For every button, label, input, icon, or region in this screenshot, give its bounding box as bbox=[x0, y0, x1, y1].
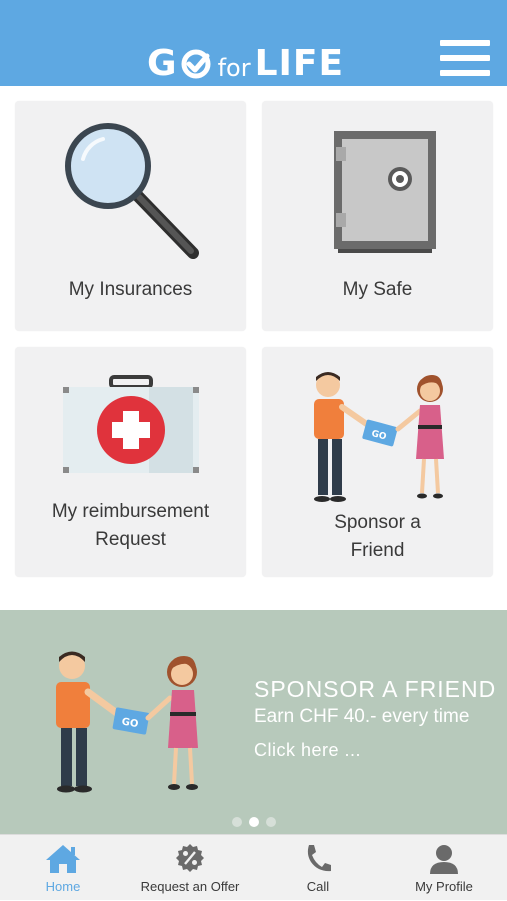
sponsor-banner-illustration: GO bbox=[56, 651, 198, 793]
first-aid-kit-icon bbox=[63, 375, 199, 473]
tab-my-profile[interactable]: My Profile bbox=[394, 835, 494, 901]
tile-label: Sponsor a bbox=[334, 512, 421, 533]
tab-label: My Profile bbox=[415, 879, 473, 894]
tab-label: Call bbox=[306, 879, 330, 894]
tab-call[interactable]: Call bbox=[276, 835, 360, 901]
percent-badge-icon bbox=[176, 844, 204, 872]
logo-check-icon bbox=[181, 49, 211, 79]
hamburger-menu-icon[interactable] bbox=[440, 40, 490, 76]
safe-icon bbox=[334, 131, 436, 253]
logo-life: LIFE bbox=[254, 43, 345, 84]
logo-for: for bbox=[217, 54, 251, 82]
carousel-dots bbox=[232, 817, 276, 827]
phone-icon bbox=[307, 845, 331, 872]
logo-go: G bbox=[147, 46, 212, 82]
banner-title: SPONSOR A FRIEND bbox=[254, 676, 497, 702]
tile-my-insurances[interactable]: My Insurances bbox=[15, 101, 246, 331]
carousel-dot-1[interactable] bbox=[232, 817, 242, 827]
tab-label: Request an Offer bbox=[140, 879, 240, 894]
app-logo: G for LIFE bbox=[147, 38, 344, 82]
bottom-tab-bar: Home Request an Offer Call My Profile bbox=[0, 834, 507, 900]
carousel-dot-3[interactable] bbox=[266, 817, 276, 827]
person-icon bbox=[430, 845, 458, 874]
banner-subtitle: Earn CHF 40.- every time bbox=[254, 706, 470, 727]
tile-label: My Safe bbox=[342, 279, 413, 300]
tab-label: Home bbox=[45, 879, 81, 894]
sponsor-illustration: GO bbox=[314, 372, 444, 502]
tile-my-reimbursement-request[interactable]: My reimbursement Request bbox=[15, 347, 246, 577]
tile-label-line2: Request bbox=[95, 529, 166, 550]
app-header: G for LIFE bbox=[0, 0, 507, 86]
tile-label-line2: Friend bbox=[350, 540, 405, 561]
banner-cta-link[interactable]: Click here ... bbox=[254, 740, 361, 761]
tab-home[interactable]: Home bbox=[20, 835, 106, 901]
home-icon bbox=[46, 845, 80, 873]
logo-go-g: G bbox=[147, 43, 178, 84]
tile-label: My reimbursement bbox=[51, 501, 210, 522]
magnifier-icon bbox=[65, 123, 199, 259]
tile-label: My Insurances bbox=[68, 279, 193, 300]
tile-my-safe[interactable]: My Safe bbox=[262, 101, 493, 331]
tab-request-an-offer[interactable]: Request an Offer bbox=[130, 835, 250, 901]
carousel-dot-2[interactable] bbox=[249, 817, 259, 827]
tile-sponsor-a-friend[interactable]: GO Sponsor a Friend bbox=[262, 347, 493, 577]
